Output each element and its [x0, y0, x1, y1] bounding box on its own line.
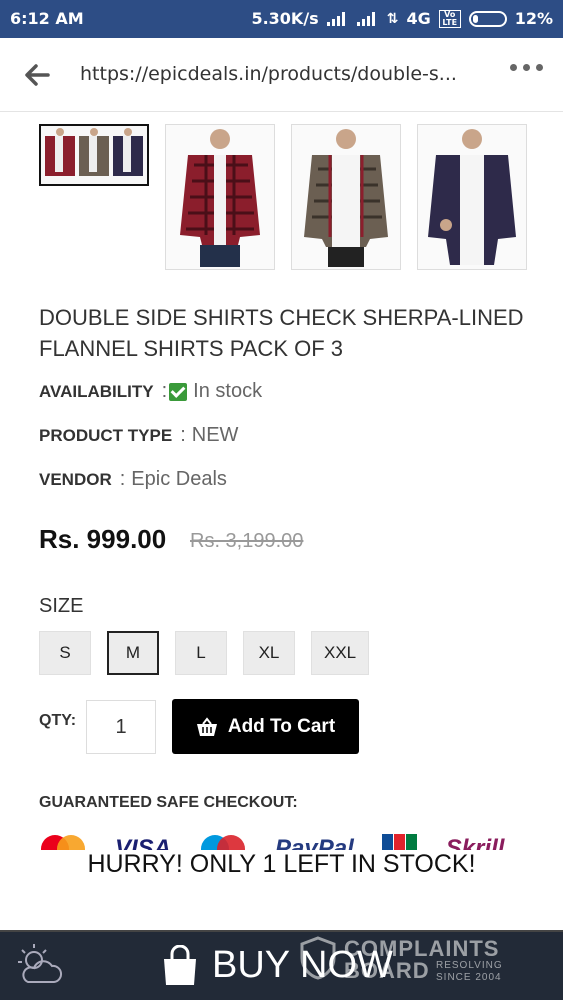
maestro-icon [201, 835, 246, 850]
thumbnail-brown-check-shirt[interactable] [291, 124, 401, 270]
product-title: DOUBLE SIDE SHIRTS CHECK SHERPA-LINED FL… [39, 305, 524, 361]
availability-label: AVAILABILITY [39, 381, 154, 401]
status-time: 6:12 AM [10, 9, 84, 28]
watermark-line4: SINCE 2004 [436, 972, 502, 983]
vendor-label: VENDOR [39, 469, 112, 489]
add-to-cart-button[interactable]: Add To Cart [172, 699, 359, 754]
safe-checkout-label: GUARANTEED SAFE CHECKOUT: [39, 794, 298, 811]
vendor-row: VENDOR : Epic Deals [39, 468, 227, 491]
back-arrow-icon[interactable] [22, 60, 52, 90]
network-type: 4G [406, 9, 431, 28]
url-text[interactable]: https://epicdeals.in/products/double-s..… [80, 63, 480, 85]
thumbnail-purple-shirt[interactable] [417, 124, 527, 270]
qty-label: QTY: [39, 712, 77, 729]
buy-now-bar: BUY NOW COMPLAINTS BOARD RESOLVING SINCE… [0, 930, 563, 1000]
thumbnail-pack-of-3[interactable] [39, 124, 149, 186]
size-option-xl[interactable]: XL [243, 631, 295, 675]
jcb-icon [381, 834, 417, 850]
product-type-separator: : [180, 424, 186, 446]
volte-badge: Vo LTE [438, 9, 461, 28]
status-right: 5.30K/s ⇅ 4G Vo LTE 12% [251, 9, 553, 28]
vendor-separator: : [119, 468, 126, 490]
product-type-row: PRODUCT TYPE : NEW [39, 424, 238, 447]
add-to-cart-label: Add To Cart [227, 715, 336, 737]
data-arrows-icon: ⇅ [386, 10, 399, 27]
signal-icon-2 [356, 11, 379, 26]
skrill-logo: Skrill [445, 835, 505, 850]
product-thumbnails [39, 124, 527, 270]
size-option-m[interactable]: M [107, 631, 159, 675]
size-option-xxl[interactable]: XXL [311, 631, 370, 675]
signal-icon [326, 11, 349, 26]
size-option-s[interactable]: S [39, 631, 91, 675]
size-option-l[interactable]: L [175, 631, 227, 675]
availability-separator: : [161, 380, 168, 402]
vendor-value[interactable]: Epic Deals [131, 468, 227, 491]
product-type-label: PRODUCT TYPE [39, 425, 173, 445]
size-label: SIZE [39, 595, 84, 617]
payment-logos: VISA PayPal Skrill [39, 834, 529, 850]
availability-value: In stock [193, 380, 263, 402]
check-icon [169, 382, 188, 401]
availability-row: AVAILABILITY : In stock [39, 380, 262, 403]
shield-logo-icon [300, 936, 336, 980]
basket-icon [196, 716, 217, 736]
status-bar: 6:12 AM 5.30K/s ⇅ 4G Vo LTE 12% [0, 0, 563, 38]
watermark-line3: RESOLVING [436, 960, 503, 971]
mastercard-icon [41, 835, 85, 850]
thumbnail-red-check-shirt[interactable] [165, 124, 275, 270]
qty-input[interactable] [86, 700, 156, 754]
product-type-value: NEW [191, 424, 239, 446]
network-speed: 5.30K/s [251, 9, 319, 28]
current-price: Rs. 999.00 [39, 524, 167, 554]
size-selector: S M L XL XXL [39, 631, 370, 675]
shopping-bag-icon [164, 944, 196, 985]
more-options-icon[interactable] [510, 64, 543, 71]
battery-level: 12% [514, 9, 553, 28]
paypal-logo: PayPal [275, 835, 354, 850]
original-price: Rs. 3,199.00 [190, 530, 304, 552]
watermark-line2: BOARD [344, 958, 430, 983]
weather-icon [18, 944, 63, 983]
browser-url-bar: https://epicdeals.in/products/double-s..… [0, 38, 563, 112]
battery-icon [468, 10, 507, 27]
visa-logo: VISA [115, 835, 172, 850]
low-stock-banner: HURRY! ONLY 1 LEFT IN STOCK! [87, 850, 476, 878]
